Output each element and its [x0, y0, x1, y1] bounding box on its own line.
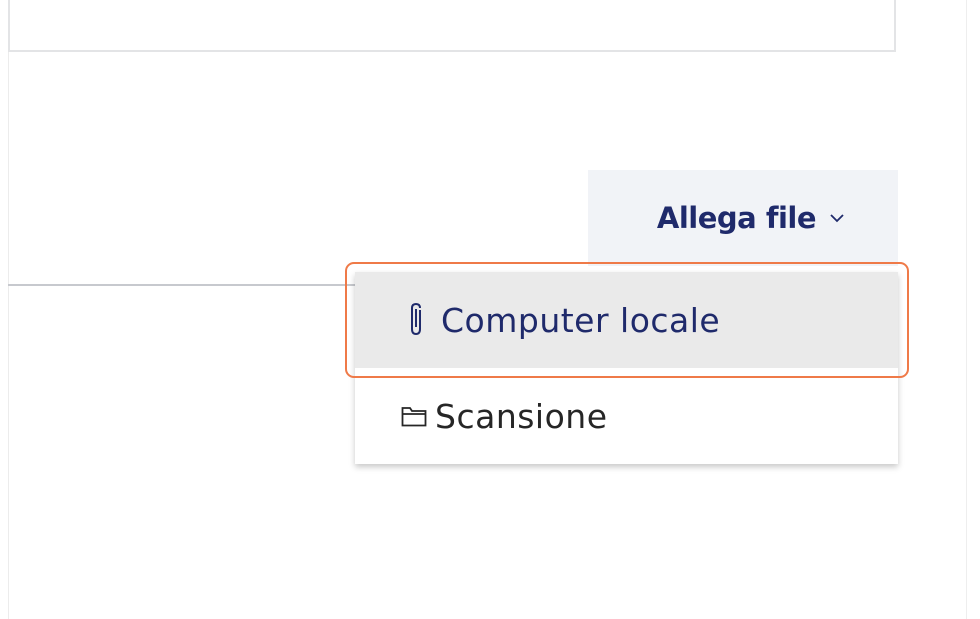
page: Allega file Computer locale Scansione: [0, 0, 980, 619]
menu-item-label: Scansione: [435, 396, 608, 436]
attach-dropdown-menu: Computer locale Scansione: [355, 272, 898, 464]
menu-item-label: Computer locale: [441, 300, 721, 340]
attach-file-label: Allega file: [656, 201, 817, 235]
folder-icon: [401, 405, 427, 427]
menu-item-local-computer[interactable]: Computer locale: [355, 272, 898, 368]
container-border: [8, 52, 9, 619]
text-field[interactable]: [8, 0, 896, 52]
field-underline: [8, 284, 358, 286]
chevron-down-icon: [830, 214, 844, 223]
column-divider: [966, 0, 967, 619]
paperclip-icon: [407, 302, 427, 338]
attach-file-button[interactable]: Allega file: [588, 170, 898, 266]
menu-item-scan[interactable]: Scansione: [355, 368, 898, 464]
